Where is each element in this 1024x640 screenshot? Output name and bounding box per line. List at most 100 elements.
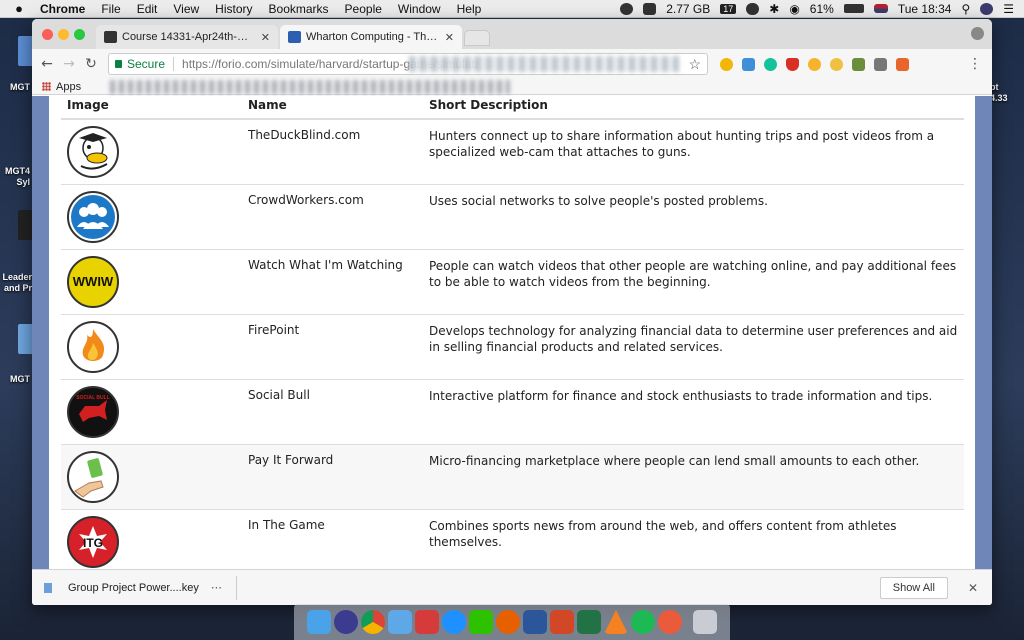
bluetooth-icon[interactable]: ✱	[769, 2, 779, 16]
chart-extension-icon[interactable]	[742, 57, 755, 71]
show-all-button[interactable]: Show All	[879, 576, 948, 599]
money-hand-icon	[67, 451, 119, 503]
apps-bookmark[interactable]: Apps	[56, 81, 81, 93]
table-row[interactable]: ITG In The Game Combines sports news fro…	[61, 510, 964, 569]
siri-icon[interactable]	[334, 610, 358, 634]
powerpoint-icon[interactable]	[550, 610, 574, 634]
lock-extension-icon[interactable]	[874, 57, 887, 71]
menu-file[interactable]: File	[101, 2, 120, 16]
header-image: Image	[67, 98, 109, 112]
vlc-icon[interactable]	[604, 610, 628, 634]
us-flag-icon[interactable]	[873, 4, 888, 13]
download-options-icon[interactable]: ⋯	[211, 581, 222, 594]
profile-icon[interactable]	[971, 27, 984, 40]
menu-history[interactable]: History	[215, 2, 252, 16]
redacted-url-blur	[409, 56, 679, 72]
menu-window[interactable]: Window	[398, 2, 441, 16]
puzzle-icon[interactable]	[852, 57, 865, 71]
honey-icon[interactable]	[808, 57, 821, 71]
skype-icon[interactable]	[620, 2, 634, 15]
download-file-name[interactable]: Group Project Power....key	[68, 582, 199, 594]
notification-center-icon[interactable]: ☰	[1003, 2, 1014, 16]
clock[interactable]: Tue 18:34	[898, 2, 952, 16]
startup-table: Image Name Short Description TheDuckBlin…	[61, 96, 964, 569]
redacted-bookmarks-blur	[110, 80, 510, 94]
row-description: Hunters connect up to share information …	[429, 129, 935, 159]
menu-people[interactable]: People	[345, 2, 382, 16]
youdao-icon[interactable]	[415, 610, 439, 634]
page-content: Image Name Short Description TheDuckBlin…	[49, 96, 975, 569]
menu-bookmarks[interactable]: Bookmarks	[269, 2, 329, 16]
keynote-file-icon[interactable]	[44, 582, 52, 593]
macos-dock	[294, 604, 730, 640]
duck-icon	[67, 126, 119, 178]
people-group-icon	[67, 191, 119, 243]
siri-icon[interactable]	[980, 2, 994, 15]
desktop-file-label: Leader and Pr	[2, 272, 32, 293]
forward-arrow-icon[interactable]: →	[58, 56, 80, 72]
menu-help[interactable]: Help	[457, 2, 482, 16]
maximize-window-button[interactable]	[74, 29, 85, 40]
tab-label: Course 14331-Apr24th-SecB-f	[122, 31, 255, 43]
cloud-icon[interactable]	[746, 2, 760, 15]
finder-icon[interactable]	[307, 610, 331, 634]
extension-icon[interactable]	[720, 57, 733, 71]
menu-app-name[interactable]: Chrome	[40, 2, 85, 16]
calendar-badge[interactable]: 17	[720, 3, 737, 14]
table-row[interactable]: FirePoint Develops technology for analyz…	[61, 315, 964, 380]
row-name: Social Bull	[248, 388, 310, 402]
back-arrow-icon[interactable]: ←	[36, 56, 58, 72]
word-icon[interactable]	[523, 610, 547, 634]
close-tab-icon[interactable]: ✕	[445, 31, 454, 44]
macos-menu-bar: ● Chrome File Edit View History Bookmark…	[0, 0, 1024, 18]
close-tab-icon[interactable]: ✕	[261, 31, 270, 44]
table-row[interactable]: CrowdWorkers.com Uses social networks to…	[61, 185, 964, 250]
minimize-window-button[interactable]	[58, 29, 69, 40]
close-window-button[interactable]	[42, 29, 53, 40]
wechat-icon[interactable]	[469, 610, 493, 634]
new-tab-button[interactable]	[464, 30, 490, 46]
itg-logo-icon: ITG	[67, 516, 119, 568]
table-row[interactable]: WWIW Watch What I'm Watching People can …	[61, 250, 964, 315]
row-name: TheDuckBlind.com	[248, 128, 361, 142]
row-description: People can watch videos that other peopl…	[429, 259, 957, 289]
firefox-icon[interactable]	[496, 610, 520, 634]
chrome-menu-icon[interactable]: ⋮	[968, 56, 982, 72]
menu-view[interactable]: View	[173, 2, 199, 16]
table-row[interactable]: Pay It Forward Micro-financing marketpla…	[61, 445, 964, 510]
spotify-icon[interactable]	[631, 610, 655, 634]
table-row[interactable]: SOCIAL BULL Social Bull Interactive plat…	[61, 380, 964, 445]
apps-grid-icon[interactable]	[42, 82, 51, 91]
grammarly-icon[interactable]	[764, 57, 777, 71]
bookmark-star-icon[interactable]: ☆	[688, 56, 701, 73]
excel-icon[interactable]	[577, 610, 601, 634]
shield-icon[interactable]	[786, 57, 799, 71]
battery-percent[interactable]: 61%	[810, 2, 834, 16]
reload-icon[interactable]: ↻	[80, 56, 102, 72]
wechat-icon[interactable]	[643, 2, 657, 15]
apple-logo-icon[interactable]: ●	[12, 1, 26, 16]
tab-course[interactable]: Course 14331-Apr24th-SecB-f ✕	[96, 25, 278, 49]
wharton-favicon-icon	[288, 31, 301, 43]
close-downloads-icon[interactable]: ✕	[968, 581, 978, 595]
row-description: Micro-financing marketplace where people…	[429, 454, 920, 468]
netease-music-icon[interactable]	[658, 610, 682, 634]
extension-icon[interactable]	[830, 57, 843, 71]
trash-icon[interactable]	[693, 610, 717, 634]
xcode-icon[interactable]	[388, 610, 412, 634]
table-row[interactable]: TheDuckBlind.com Hunters connect up to s…	[61, 120, 964, 185]
chrome-icon[interactable]	[361, 610, 385, 634]
address-bar[interactable]: Secure https://forio.com/simulate/harvar…	[108, 53, 708, 75]
tab-wharton[interactable]: Wharton Computing - The Sta ✕	[280, 25, 462, 49]
extension-icon[interactable]	[896, 57, 909, 71]
memory-usage[interactable]: 2.77 GB	[666, 2, 710, 16]
row-description: Develops technology for analyzing financ…	[429, 324, 958, 354]
menu-edit[interactable]: Edit	[137, 2, 158, 16]
wifi-icon[interactable]: ◉	[789, 2, 799, 16]
secure-label: Secure	[127, 57, 166, 71]
header-name: Name	[248, 98, 287, 112]
app-store-icon[interactable]	[442, 610, 466, 634]
battery-icon[interactable]	[843, 4, 864, 13]
spotlight-icon[interactable]: ⚲	[961, 2, 970, 16]
extensions-area	[720, 57, 909, 71]
